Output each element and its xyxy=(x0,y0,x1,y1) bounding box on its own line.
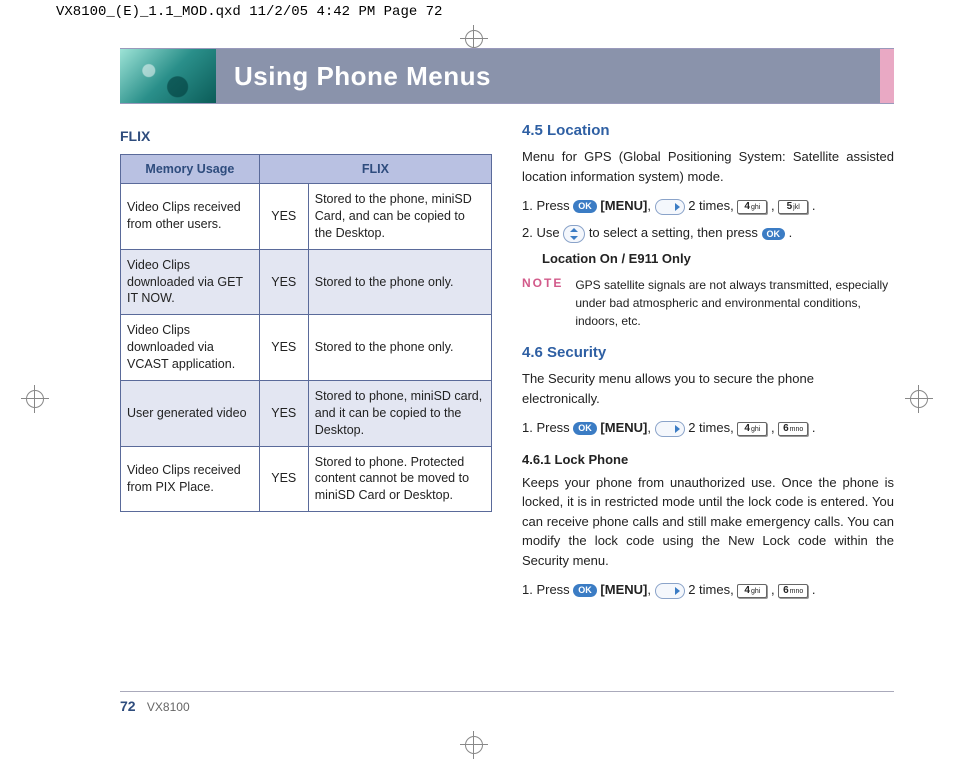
key-4: 4ghi xyxy=(737,584,767,598)
cell-memory: Video Clips downloaded via VCAST applica… xyxy=(121,315,260,381)
step-text: 1. Press xyxy=(522,420,573,435)
right-arrow-key-icon xyxy=(655,421,685,437)
crop-mark-left xyxy=(20,390,50,410)
key-6: 6mno xyxy=(778,584,808,598)
lock-step-1: 1. Press OK [MENU], 2 times, 4ghi , 6mno… xyxy=(522,578,894,601)
source-file-header: VX8100_(E)_1.1_MOD.qxd 11/2/05 4:42 PM P… xyxy=(0,0,954,20)
crop-mark-bottom xyxy=(459,736,489,756)
page-footer: 72 VX8100 xyxy=(120,691,894,714)
cell-memory: User generated video xyxy=(121,380,260,446)
security-intro: The Security menu allows you to secure t… xyxy=(522,369,894,408)
lock-phone-heading: 4.6.1 Lock Phone xyxy=(522,452,894,467)
updown-key-icon xyxy=(563,225,585,243)
note-text: GPS satellite signals are not always tra… xyxy=(575,276,894,330)
ok-key-icon: OK xyxy=(573,200,597,213)
step-text: . xyxy=(812,198,816,213)
cell-flix: Stored to phone, miniSD card, and it can… xyxy=(308,380,491,446)
step-text: , xyxy=(771,198,778,213)
right-column: 4.5 Location Menu for GPS (Global Positi… xyxy=(522,122,894,606)
manual-page: VX8100_(E)_1.1_MOD.qxd 11/2/05 4:42 PM P… xyxy=(0,0,954,766)
menu-label: [MENU] xyxy=(600,198,647,213)
key-4: 4ghi xyxy=(737,422,767,436)
table-row: Video Clips downloaded via VCAST applica… xyxy=(121,315,492,381)
left-column: FLIX Memory Usage FLIX Video Clips recei… xyxy=(120,122,492,606)
step-text: 1. Press xyxy=(522,198,573,213)
ok-key-icon: OK xyxy=(573,584,597,597)
page-number: 72 xyxy=(120,698,136,714)
location-option: Location On / E911 Only xyxy=(542,249,894,269)
table-row: Video Clips received from other users. Y… xyxy=(121,184,492,250)
step-text: , xyxy=(647,198,654,213)
step-text: , xyxy=(771,420,778,435)
right-arrow-key-icon xyxy=(655,199,685,215)
ok-key-icon: OK xyxy=(762,228,786,241)
location-heading: 4.5 Location xyxy=(522,122,894,139)
step-text: , xyxy=(647,420,654,435)
note-label: NOTE xyxy=(522,276,563,330)
table-row: User generated video YES Stored to phone… xyxy=(121,380,492,446)
location-step-1: 1. Press OK [MENU], 2 times, 4ghi , 5jkl… xyxy=(522,194,894,217)
key-6: 6mno xyxy=(778,422,808,436)
cell-memory: Video Clips downloaded via GET IT NOW. xyxy=(121,249,260,315)
cell-yes: YES xyxy=(259,315,308,381)
th-memory: Memory Usage xyxy=(121,155,260,184)
security-step-1: 1. Press OK [MENU], 2 times, 4ghi , 6mno… xyxy=(522,416,894,439)
step-text: . xyxy=(789,225,793,240)
step-text: 2 times, xyxy=(688,420,737,435)
step-text: . xyxy=(812,420,816,435)
key-5: 5jkl xyxy=(778,200,808,214)
cell-flix: Stored to the phone only. xyxy=(308,249,491,315)
location-step-2: 2. Use to select a setting, then press O… xyxy=(522,221,894,244)
key-4: 4ghi xyxy=(737,200,767,214)
step-text: 1. Press xyxy=(522,582,573,597)
step-text: , xyxy=(647,582,654,597)
menu-label: [MENU] xyxy=(600,582,647,597)
cell-yes: YES xyxy=(259,446,308,512)
flix-heading: FLIX xyxy=(120,128,492,144)
cell-yes: YES xyxy=(259,249,308,315)
menu-label: [MENU] xyxy=(600,420,647,435)
cell-flix: Stored to phone. Protected content canno… xyxy=(308,446,491,512)
cell-flix: Stored to the phone only. xyxy=(308,315,491,381)
crop-mark-top xyxy=(459,30,489,50)
lock-phone-text: Keeps your phone from unauthorized use. … xyxy=(522,473,894,571)
crop-mark-right xyxy=(904,390,934,410)
step-text: , xyxy=(771,582,778,597)
chapter-banner: Using Phone Menus xyxy=(120,48,894,104)
step-text: to select a setting, then press xyxy=(589,225,762,240)
step-text: 2 times, xyxy=(688,582,737,597)
cell-flix: Stored to the phone, miniSD Card, and ca… xyxy=(308,184,491,250)
banner-image xyxy=(120,49,216,103)
table-row: Video Clips received from PIX Place. YES… xyxy=(121,446,492,512)
step-text: . xyxy=(812,582,816,597)
note-block: NOTE GPS satellite signals are not alway… xyxy=(522,276,894,330)
cell-memory: Video Clips received from PIX Place. xyxy=(121,446,260,512)
location-intro: Menu for GPS (Global Positioning System:… xyxy=(522,147,894,186)
model-number: VX8100 xyxy=(147,700,190,714)
cell-yes: YES xyxy=(259,184,308,250)
ok-key-icon: OK xyxy=(573,422,597,435)
memory-usage-table: Memory Usage FLIX Video Clips received f… xyxy=(120,154,492,512)
security-heading: 4.6 Security xyxy=(522,344,894,361)
step-text: 2 times, xyxy=(688,198,737,213)
right-arrow-key-icon xyxy=(655,583,685,599)
th-flix: FLIX xyxy=(259,155,491,184)
step-text: 2. Use xyxy=(522,225,563,240)
cell-yes: YES xyxy=(259,380,308,446)
table-row: Video Clips downloaded via GET IT NOW. Y… xyxy=(121,249,492,315)
banner-title: Using Phone Menus xyxy=(216,49,880,103)
content-area: Using Phone Menus FLIX Memory Usage FLIX… xyxy=(120,48,894,726)
banner-tab xyxy=(880,49,894,103)
cell-memory: Video Clips received from other users. xyxy=(121,184,260,250)
